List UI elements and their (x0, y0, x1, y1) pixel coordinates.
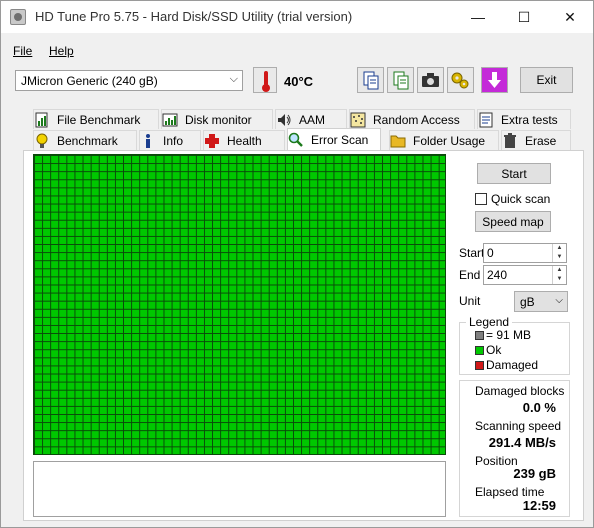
app-icon (10, 9, 26, 25)
quick-scan-checkbox[interactable] (475, 193, 487, 205)
damaged-blocks-value: 0.0 % (522, 400, 556, 415)
tab-benchmark-label: Benchmark (57, 133, 118, 148)
chevron-down-icon: ⌵ (555, 295, 563, 306)
position-value: 239 gB (513, 466, 556, 481)
minimize-button[interactable]: — (455, 1, 501, 33)
spin-down-icon: ▼ (556, 276, 563, 282)
quick-scan-label[interactable]: Quick scan (491, 192, 550, 206)
info-icon (140, 133, 156, 149)
copy-icon (363, 71, 379, 90)
tab-disk-monitor-label: Disk monitor (185, 112, 252, 127)
elapsed-time-label: Elapsed time (475, 485, 545, 499)
start-spinner[interactable]: ▲ ▼ (552, 244, 566, 262)
copy-all-icon (393, 71, 409, 90)
disk-monitor-icon (162, 112, 178, 128)
legend-title: Legend (466, 315, 513, 329)
legend-ok: Ok (486, 343, 502, 357)
copy-info-button[interactable] (357, 67, 384, 93)
menu-file-label: File (13, 44, 33, 58)
ok-swatch (475, 346, 484, 355)
speed-map-button[interactable]: Speed map (475, 211, 551, 232)
menu-file[interactable]: File (13, 44, 32, 58)
save-button[interactable] (481, 67, 508, 93)
damaged-swatch (475, 361, 484, 370)
unit-select[interactable]: gB ⌵ (514, 291, 568, 312)
drive-select-value: JMicron Generic (240 gB) (21, 74, 158, 88)
tab-disk-monitor[interactable]: Disk monitor (161, 109, 273, 129)
random-access-icon (350, 112, 366, 128)
extra-tests-icon (478, 112, 494, 128)
scan-block-grid (33, 154, 446, 455)
options-button[interactable] (447, 67, 474, 93)
screenshot-button[interactable] (417, 67, 444, 93)
scanning-speed-value: 291.4 MB/s (488, 435, 556, 450)
unit-label: Unit (459, 294, 481, 308)
end-spinner[interactable]: ▲ ▼ (552, 266, 566, 284)
end-input-value: 240 (487, 268, 508, 282)
tab-aam[interactable]: AAM (275, 109, 347, 129)
tab-aam-label: AAM (299, 112, 326, 127)
tab-info[interactable]: Info (139, 130, 201, 150)
window-title: HD Tune Pro 5.75 - Hard Disk/SSD Utility… (35, 9, 353, 24)
start-scan-button[interactable]: Start (477, 163, 551, 184)
tab-erase-label: Erase (525, 133, 557, 148)
tab-error-scan-label: Error Scan (311, 132, 369, 147)
spin-down-icon: ▼ (556, 254, 563, 260)
thermometer-icon[interactable] (253, 67, 277, 93)
unit-select-value: gB (520, 295, 535, 309)
start-input-value: 0 (487, 246, 494, 260)
elapsed-time-value: 12:59 (522, 498, 556, 513)
start-input[interactable]: 0 ▲ ▼ (483, 243, 567, 263)
file-benchmark-icon (34, 112, 50, 128)
tab-folder-usage-label: Folder Usage (413, 133, 486, 148)
tab-random-access[interactable]: Random Access (349, 109, 475, 129)
position-label: Position (475, 454, 518, 468)
legend-damaged: Damaged (486, 358, 539, 372)
drive-select[interactable]: JMicron Generic (240 gB) ⌵ (15, 70, 243, 91)
tab-health[interactable]: Health (203, 130, 285, 150)
menu-help-label: Help (49, 44, 74, 58)
end-label: End (459, 268, 481, 282)
folder-icon (390, 133, 406, 149)
camera-icon (422, 73, 439, 87)
spin-up-icon: ▲ (556, 245, 563, 251)
red-cross-icon (204, 133, 220, 149)
menu-help[interactable]: Help (49, 44, 74, 58)
tab-random-access-label: Random Access (373, 112, 460, 127)
tab-health-label: Health (227, 133, 262, 148)
scanning-speed-label: Scanning speed (475, 419, 562, 433)
trash-icon (502, 132, 518, 149)
tab-info-label: Info (163, 133, 184, 148)
lightbulb-icon (34, 133, 50, 149)
tab-benchmark[interactable]: Benchmark (33, 130, 137, 150)
exit-button[interactable]: Exit (520, 67, 573, 93)
tab-file-benchmark[interactable]: File Benchmark (33, 109, 159, 129)
maximize-button[interactable]: ☐ (501, 1, 547, 33)
tab-folder-usage[interactable]: Folder Usage (389, 130, 499, 150)
tab-erase[interactable]: Erase (501, 130, 571, 150)
tab-extra-tests[interactable]: Extra tests (477, 109, 571, 129)
block-size-swatch (475, 331, 484, 340)
speaker-icon (276, 112, 292, 128)
copy-all-button[interactable] (387, 67, 414, 93)
spin-up-icon: ▲ (556, 267, 563, 273)
title-bar[interactable]: HD Tune Pro 5.75 - Hard Disk/SSD Utility… (1, 1, 593, 33)
damaged-blocks-label: Damaged blocks (475, 384, 565, 398)
tab-file-benchmark-label: File Benchmark (57, 112, 141, 127)
menu-bar: File Help (1, 41, 593, 61)
app-window: HD Tune Pro 5.75 - Hard Disk/SSD Utility… (0, 0, 594, 528)
tab-extra-tests-label: Extra tests (501, 112, 558, 127)
legend-block-size: = 91 MB (486, 328, 532, 342)
magnifier-icon (288, 132, 304, 148)
close-button[interactable]: ✕ (547, 1, 593, 33)
tab-error-scan[interactable]: Error Scan (287, 128, 381, 150)
start-label: Start (459, 246, 485, 260)
scan-log-box (33, 461, 446, 517)
gears-icon (451, 72, 469, 89)
download-arrow-icon (488, 72, 501, 88)
temperature-value: 40°C (284, 74, 314, 89)
end-input[interactable]: 240 ▲ ▼ (483, 265, 567, 285)
chevron-down-icon: ⌵ (229, 73, 238, 85)
